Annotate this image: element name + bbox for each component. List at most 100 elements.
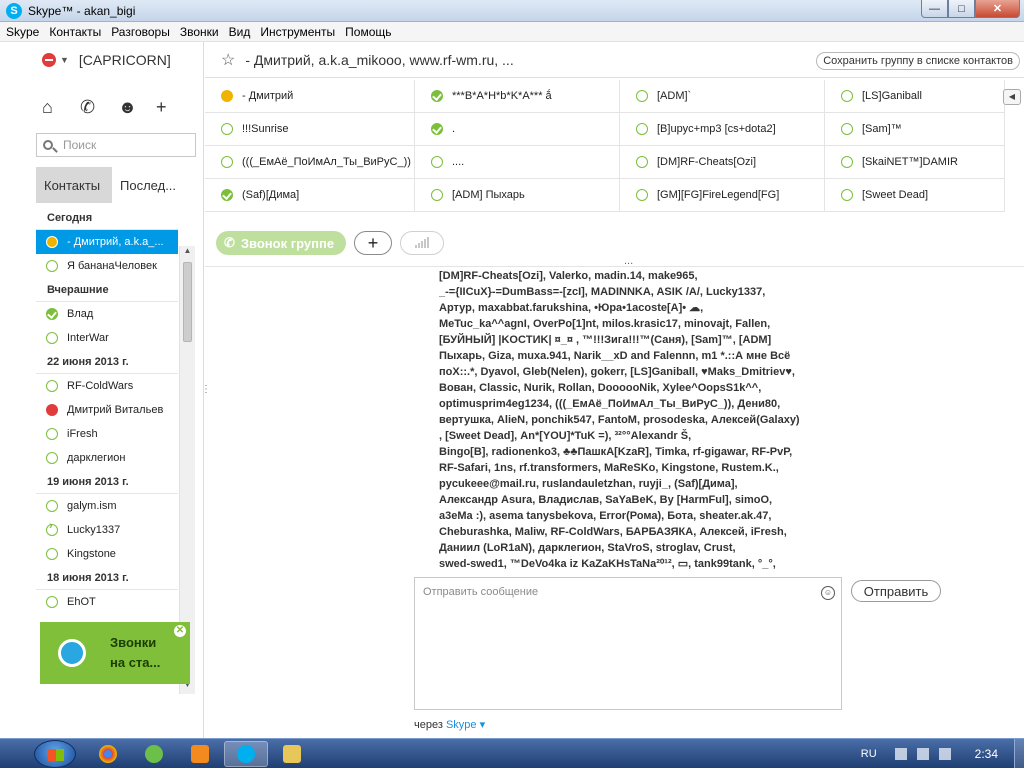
group-icon[interactable]: ☻	[118, 97, 156, 118]
participant-cell[interactable]: [DM]RF-Cheats[Ozi]	[620, 146, 825, 179]
list-item[interactable]: RF-ColdWars	[36, 374, 178, 398]
star-icon[interactable]: ☆	[221, 50, 235, 70]
participant-cell[interactable]: !!!Sunrise	[205, 113, 415, 146]
menu-calls[interactable]: Звонки	[180, 25, 219, 39]
participant-cell[interactable]: [Sweet Dead]	[825, 179, 1005, 212]
list-item[interactable]: Kingstone	[36, 542, 178, 566]
participant-cell[interactable]: [LS]Ganiball	[825, 80, 1005, 113]
menu-help[interactable]: Помощь	[345, 25, 391, 39]
participant-cell[interactable]: ....	[415, 146, 620, 179]
show-desktop-button[interactable]	[1014, 739, 1024, 768]
participant-cell[interactable]: [SkaiNET™]DAMIR	[825, 146, 1005, 179]
taskbar-chrome[interactable]	[86, 741, 130, 767]
call-bar: ✆ Звонок группе +	[216, 231, 444, 255]
scroll-thumb[interactable]	[183, 262, 192, 342]
language-indicator[interactable]: RU	[861, 748, 877, 760]
participant-name: [GM][FG]FireLegend[FG]	[657, 189, 780, 201]
participant-cell[interactable]: (Saf)[Дима]	[205, 179, 415, 212]
scroll-up-icon[interactable]: ▲	[180, 246, 195, 260]
emoticon-icon[interactable]: ☺	[821, 586, 835, 600]
list-item[interactable]: Я бананаЧеловек	[36, 254, 178, 278]
contact-name: EhOT	[67, 596, 96, 608]
contact-name: galym.ism	[67, 500, 117, 512]
participant-name: (((_ЕмАё_ПоИмАл_Ты_ВиРуС_))	[242, 156, 411, 168]
minimize-button[interactable]: —	[921, 0, 948, 18]
add-people-button[interactable]: +	[354, 231, 392, 255]
profile-status[interactable]: ▼ [CAPRICORN]	[42, 52, 171, 68]
save-group-button[interactable]: Сохранить группу в списке контактов	[816, 52, 1020, 70]
add-contact-icon[interactable]: +	[156, 97, 194, 118]
window-title: Skype™ - akan_bigi	[28, 3, 136, 18]
participant-cell[interactable]: ***B*A*H*b*K*A*** ắ	[415, 80, 620, 113]
list-item[interactable]: EhOT	[36, 590, 178, 614]
conversation-header: ☆ - Дмитрий, a.k.a_mikooo, www.rf-wm.ru,…	[205, 42, 1024, 78]
participant-cell[interactable]: .	[415, 113, 620, 146]
list-item[interactable]: iFresh	[36, 422, 178, 446]
participant-cell[interactable]: - Дмитрий	[205, 80, 415, 113]
maximize-button[interactable]: □	[948, 0, 975, 18]
close-button[interactable]: ✕	[975, 0, 1020, 18]
list-item[interactable]: Lucky1337	[36, 518, 178, 542]
participant-name: - Дмитрий	[242, 90, 294, 102]
signal-quality-icon[interactable]	[400, 231, 444, 255]
splitter-handle[interactable]: ⋮	[201, 384, 211, 395]
contact-name: Kingstone	[67, 548, 116, 560]
list-item[interactable]: дарклегион	[36, 446, 178, 470]
grid-prev-icon[interactable]: ◀	[1003, 89, 1021, 105]
clock[interactable]: 2:34	[975, 747, 998, 761]
status-icon	[46, 428, 58, 440]
phone-icon[interactable]: ✆	[80, 97, 118, 118]
list-item[interactable]: galym.ism	[36, 494, 178, 518]
list-item[interactable]: Влад	[36, 302, 178, 326]
list-item[interactable]: Дмитрий Витальев	[36, 398, 178, 422]
dnd-status-icon	[42, 53, 56, 67]
status-icon	[841, 90, 853, 102]
status-icon	[431, 90, 443, 102]
participant-cell[interactable]: [GM][FG]FireLegend[FG]	[620, 179, 825, 212]
taskbar-paint[interactable]	[270, 741, 314, 767]
status-icon	[636, 123, 648, 135]
start-button[interactable]	[34, 740, 76, 768]
taskbar-media-player[interactable]	[178, 741, 222, 767]
send-button[interactable]: Отправить	[851, 580, 941, 602]
menu-contacts[interactable]: Контакты	[49, 25, 101, 39]
status-icon	[46, 452, 58, 464]
home-icon[interactable]: ⌂	[42, 97, 80, 118]
participant-cell[interactable]: [ADM]`	[620, 80, 825, 113]
date-header: Сегодня	[36, 206, 178, 230]
menu-tools[interactable]: Инструменты	[260, 25, 335, 39]
participant-cell[interactable]: [ADM] Пыхарь	[415, 179, 620, 212]
participant-cell[interactable]: [Sam]™	[825, 113, 1005, 146]
tab-contacts[interactable]: Контакты	[36, 167, 112, 203]
search-input[interactable]: Поиск	[36, 133, 196, 157]
flag-tray-icon[interactable]	[894, 748, 907, 760]
menu-conversations[interactable]: Разговоры	[111, 25, 170, 39]
promo-banner[interactable]: Звонки на ста... ✕	[40, 622, 190, 684]
participant-name: [ADM] Пыхарь	[452, 189, 525, 201]
chat-app-icon	[145, 745, 163, 763]
date-header: 22 июня 2013 г.	[36, 350, 178, 374]
status-icon	[431, 189, 443, 201]
phone-app-icon	[58, 639, 86, 667]
taskbar-skype[interactable]	[224, 741, 268, 767]
participant-name: ***B*A*H*b*K*A*** ắ	[452, 90, 552, 102]
status-icon	[636, 90, 648, 102]
participant-cell[interactable]: (((_ЕмАё_ПоИмАл_Ты_ВиРуС_))	[205, 146, 415, 179]
participant-cell[interactable]: [B]upyc+mp3 [cs+dota2]	[620, 113, 825, 146]
menu-skype[interactable]: Skype	[6, 25, 39, 39]
menu-view[interactable]: Вид	[229, 25, 251, 39]
date-header: Вчерашние	[36, 278, 178, 302]
call-group-button[interactable]: ✆ Звонок группе	[216, 231, 346, 255]
network-icon[interactable]	[916, 748, 929, 760]
via-skype-dropdown[interactable]: Skype ▾	[446, 719, 485, 731]
volume-icon[interactable]	[938, 748, 951, 760]
menu-bar: Skype Контакты Разговоры Звонки Вид Инст…	[0, 22, 1024, 42]
media-player-icon	[191, 745, 209, 763]
taskbar-qip[interactable]	[132, 741, 176, 767]
list-item[interactable]: - Дмитрий, a.k.a_...	[36, 230, 178, 254]
tab-recent[interactable]: Послед...	[112, 167, 196, 203]
participant-name: [ADM]`	[657, 90, 692, 102]
message-input[interactable]: Отправить сообщение ☺	[414, 577, 842, 710]
list-item[interactable]: InterWar	[36, 326, 178, 350]
close-icon[interactable]: ✕	[174, 625, 186, 637]
